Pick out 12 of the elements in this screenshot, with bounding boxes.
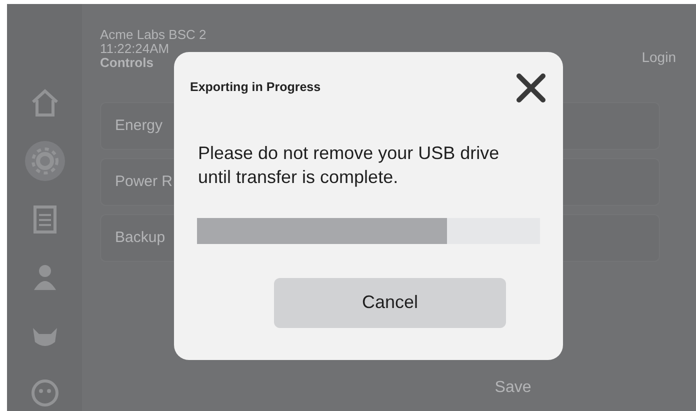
dialog-message: Please do not remove your USB drive until transfer is complete. (198, 142, 500, 189)
login-link[interactable]: Login (642, 50, 676, 70)
face-icon[interactable] (30, 378, 60, 408)
close-icon[interactable] (515, 72, 547, 104)
home-icon[interactable] (30, 88, 60, 118)
dialog-title: Exporting in Progress (190, 79, 322, 96)
save-button[interactable]: Save (350, 375, 676, 401)
device-name: Acme Labs BSC 2 (100, 28, 206, 42)
time-text: 11:22:24AM (100, 42, 170, 56)
cancel-button[interactable]: Cancel (274, 278, 506, 328)
section-title: Controls (100, 56, 154, 70)
settings-icon[interactable] (24, 141, 64, 181)
